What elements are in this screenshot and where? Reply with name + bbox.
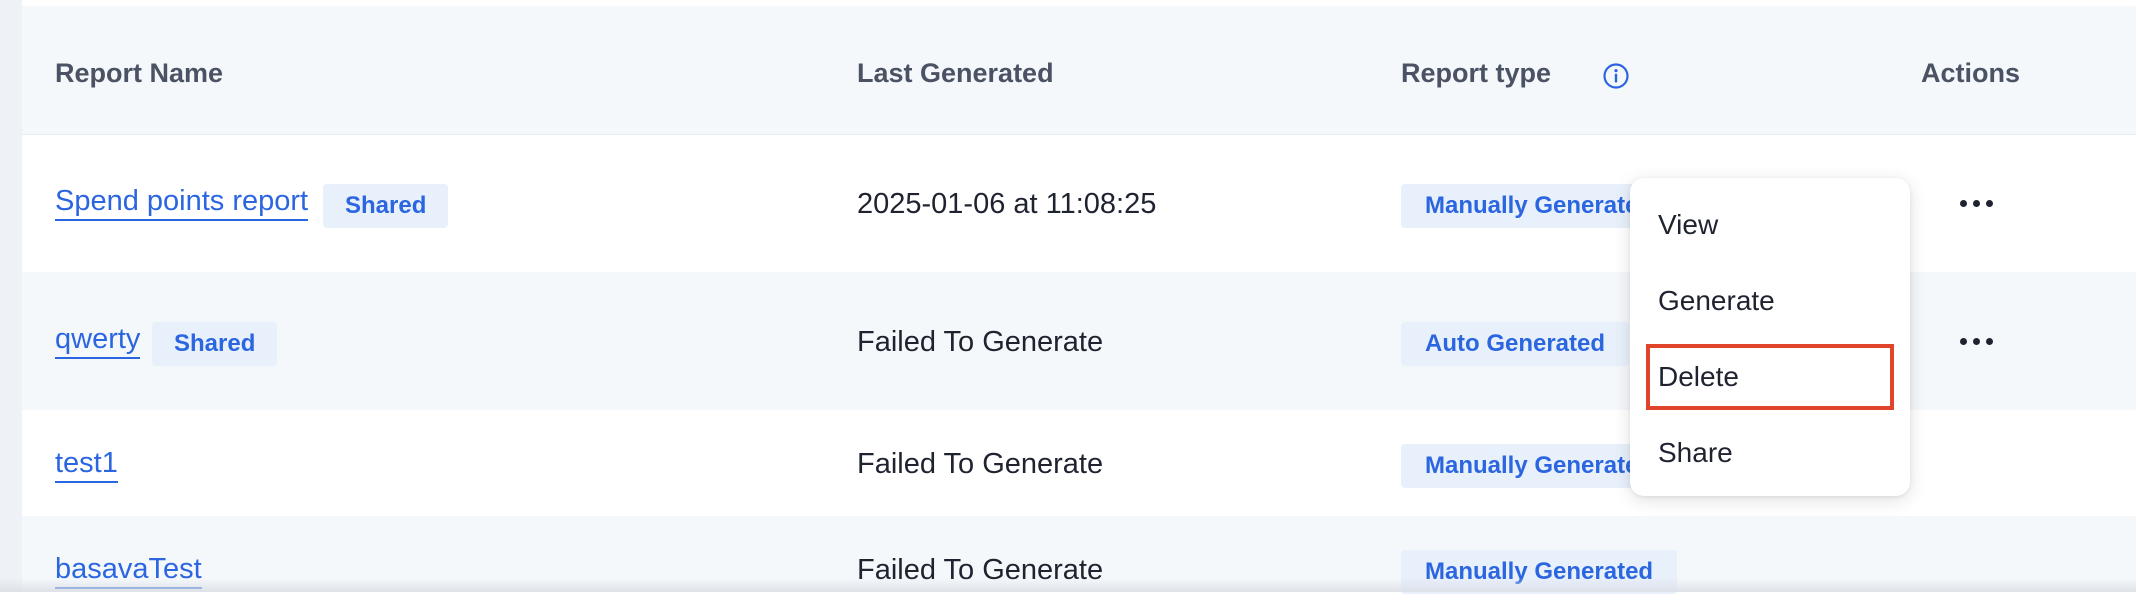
- menu-item-generate[interactable]: Generate: [1646, 268, 1894, 334]
- report-name-link[interactable]: test1: [55, 447, 118, 483]
- menu-item-share[interactable]: Share: [1646, 420, 1894, 486]
- header-report-name: Report Name: [55, 58, 224, 88]
- report-name-link[interactable]: Spend points report: [55, 185, 309, 221]
- actions-menu: View Generate Delete Share: [1630, 178, 1910, 496]
- row-actions-more-icon[interactable]: [1960, 335, 1994, 347]
- report-name-link[interactable]: qwerty: [55, 323, 141, 359]
- last-generated-value: Failed To Generate: [857, 448, 1104, 480]
- last-generated-value: 2025-01-06 at 11:08:25: [857, 188, 1157, 220]
- table-header: Report Name Last Generated Report type A…: [22, 6, 2136, 135]
- header-report-type: Report type: [1401, 58, 1552, 88]
- shared-badge: Shared: [152, 322, 278, 366]
- header-actions: Actions: [1921, 58, 2021, 88]
- row-actions-more-icon[interactable]: [1960, 197, 1994, 209]
- bottom-shadow: [0, 578, 2136, 592]
- menu-item-view[interactable]: View: [1646, 192, 1894, 258]
- info-icon[interactable]: [1602, 62, 1630, 90]
- shared-badge: Shared: [323, 184, 449, 228]
- header-last-generated: Last Generated: [857, 58, 1054, 88]
- left-strip: [0, 0, 22, 592]
- last-generated-value: Failed To Generate: [857, 326, 1104, 358]
- menu-item-delete[interactable]: Delete: [1646, 344, 1894, 410]
- report-type-badge: Auto Generated: [1401, 322, 1630, 366]
